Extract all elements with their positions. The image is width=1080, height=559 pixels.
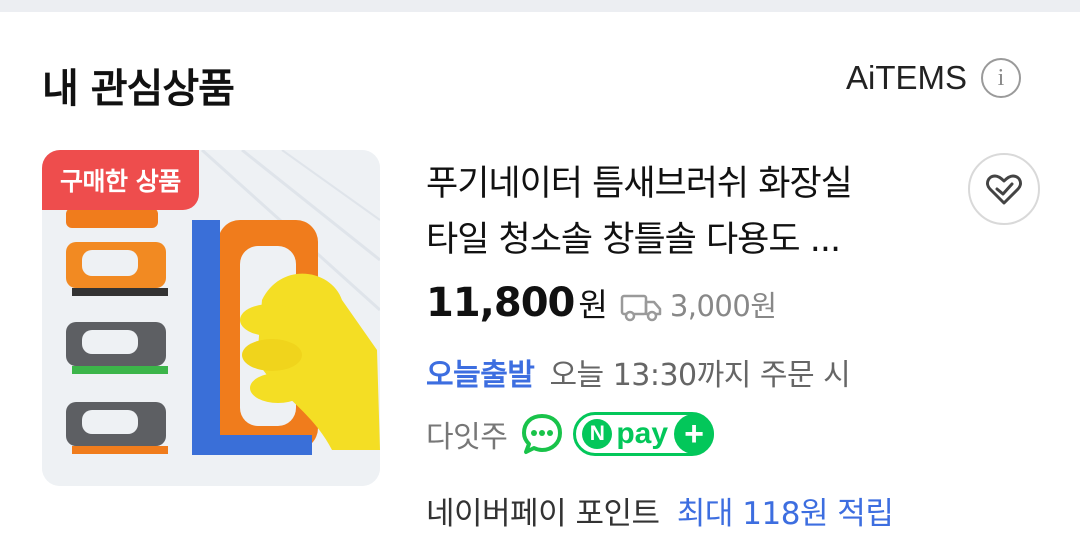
arrival-row: 다잇주 N pay +	[426, 412, 715, 456]
truck-icon	[620, 294, 662, 322]
info-icon[interactable]: i	[981, 58, 1022, 98]
aitems-logo: AiTEMS	[846, 59, 968, 96]
section-title: 내 관심상품	[42, 66, 235, 112]
delivery-row: 오늘출발 오늘 13:30까지 주문 시	[426, 350, 851, 394]
price-currency: 원	[578, 286, 608, 324]
npay-n-icon: N	[582, 419, 613, 449]
top-divider-strip	[0, 0, 1080, 12]
product-title-line-2[interactable]: 타일 청소솔 창틀솔 다용도 ...	[426, 212, 946, 268]
aitems-header: AiTEMS i	[846, 58, 1022, 98]
price-row: 11,800 원 3,000원	[426, 280, 777, 326]
npay-label: pay	[616, 417, 669, 450]
points-row: 네이버페이 포인트 최대 118원 적립	[426, 488, 894, 533]
product-thumbnail[interactable]: 구매한 상품	[42, 150, 380, 486]
shipping-fee: 3,000원	[669, 289, 777, 323]
plus-icon: +	[674, 414, 715, 454]
today-shipping-badge: 오늘출발	[426, 358, 535, 393]
heart-check-icon	[986, 174, 1022, 205]
product-title[interactable]: 푸기네이터 틈새브러쉬 화장실 타일 청소솔 창틀솔 다용도 ...	[426, 156, 946, 268]
wishlist-button[interactable]	[968, 153, 1040, 225]
purchased-badge: 구매한 상품	[42, 150, 199, 210]
talk-chat-icon[interactable]	[521, 413, 563, 455]
price-value: 11,800	[426, 280, 575, 326]
npay-plus-badge[interactable]: N pay +	[573, 412, 715, 456]
arrival-text: 다잇주	[426, 420, 508, 455]
points-value: 최대 118원 적립	[676, 496, 894, 532]
product-title-line-1[interactable]: 푸기네이터 틈새브러쉬 화장실	[426, 156, 946, 212]
points-label: 네이버페이 포인트	[426, 496, 660, 532]
delivery-deadline: 오늘 13:30까지 주문 시	[549, 358, 851, 393]
